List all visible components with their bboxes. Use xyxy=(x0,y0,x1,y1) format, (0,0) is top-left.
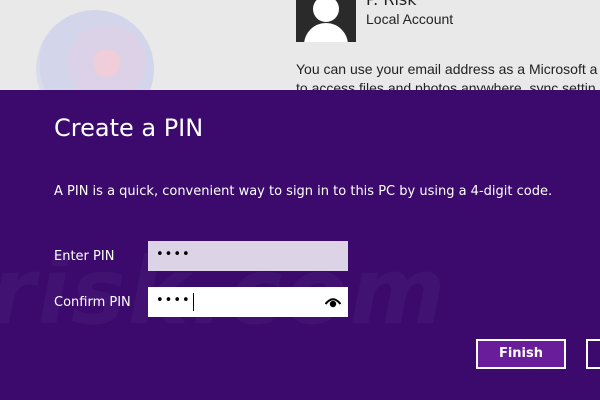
account-description-line: You can use your email address as a Micr… xyxy=(296,61,598,77)
account-description: You can use your email address as a Micr… xyxy=(296,60,600,90)
confirm-pin-label: Confirm PIN xyxy=(54,295,131,310)
account-description-line: to access files and photos anywhere, syn… xyxy=(296,80,596,90)
finish-button[interactable]: Finish xyxy=(476,339,566,369)
create-pin-dialog: risk.com Create a PIN A PIN is a quick, … xyxy=(0,90,600,400)
enter-pin-field[interactable]: •••• xyxy=(148,241,348,271)
dialog-description: A PIN is a quick, convenient way to sign… xyxy=(54,184,553,199)
background-decoration xyxy=(36,10,154,90)
enter-pin-value: •••• xyxy=(156,247,191,262)
eye-icon[interactable] xyxy=(325,296,341,308)
user-avatar-icon xyxy=(296,0,356,42)
confirm-pin-value: •••• xyxy=(156,293,191,308)
account-type-label: Local Account xyxy=(366,11,454,27)
cancel-button[interactable] xyxy=(586,339,600,369)
account-settings-background: P. Risk Local Account You can use your e… xyxy=(0,0,600,90)
text-cursor xyxy=(193,293,194,311)
enter-pin-label: Enter PIN xyxy=(54,249,115,264)
account-username: P. Risk xyxy=(366,0,417,9)
confirm-pin-field[interactable]: •••• xyxy=(148,287,348,317)
dialog-title: Create a PIN xyxy=(54,114,204,142)
